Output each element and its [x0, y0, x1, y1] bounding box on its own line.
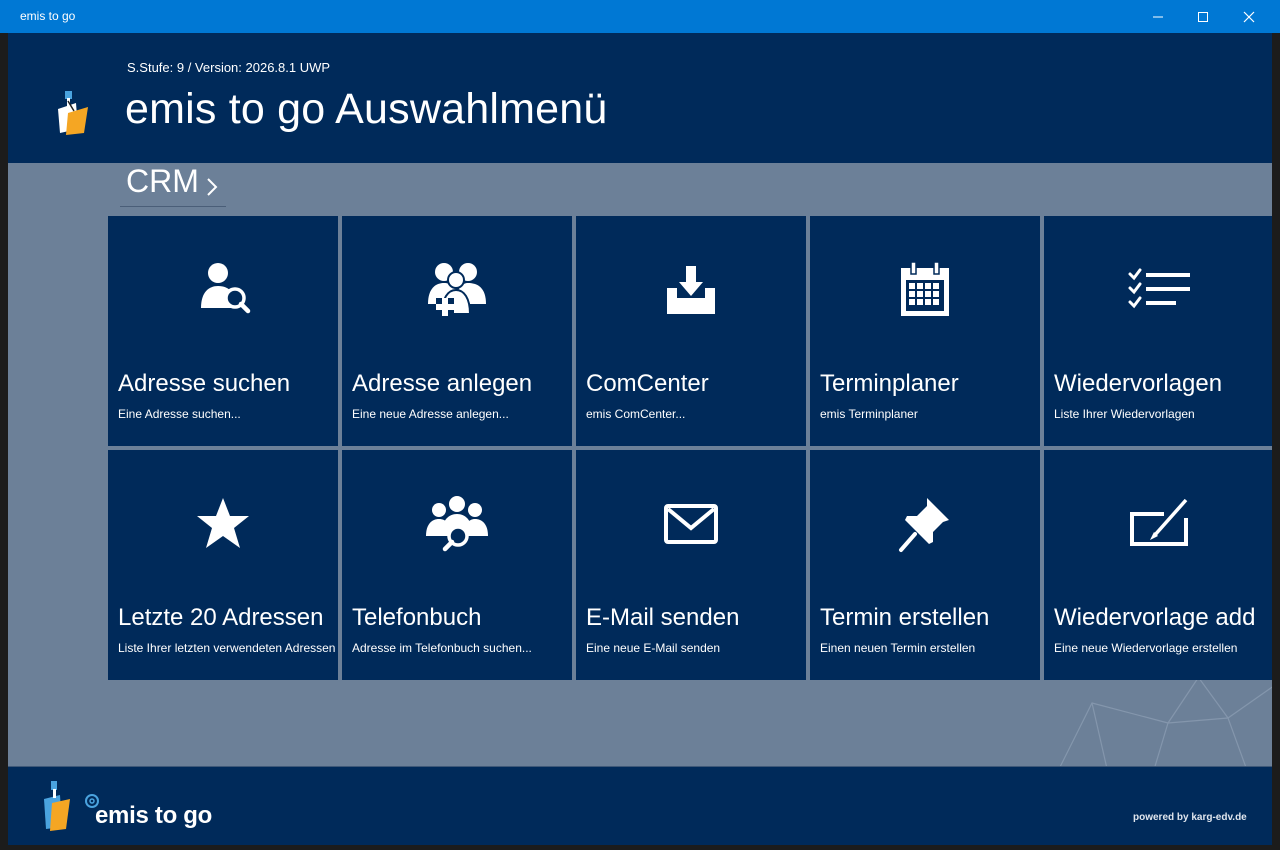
- section-header-crm[interactable]: CRM: [120, 163, 226, 207]
- powered-by-text: powered by karg-edv.de: [1133, 812, 1247, 823]
- minimize-icon: [1153, 16, 1163, 17]
- tile-title: Terminplaner: [820, 370, 959, 397]
- checklist-icon: [1128, 268, 1190, 309]
- app-header: S.Stufe: 9 / Version: 2026.8.1 UWP emis …: [8, 33, 1272, 163]
- envelope-icon: [664, 504, 718, 544]
- tile-subtitle: Eine Adresse suchen...: [118, 407, 241, 421]
- title-bar: emis to go: [0, 0, 1280, 33]
- tile-title: Letzte 20 Adressen: [118, 604, 324, 631]
- page-title: emis to go Auswahlmenü: [125, 85, 608, 133]
- tile-subtitle: emis ComCenter...: [586, 407, 686, 421]
- tile-adresse-anlegen[interactable]: Adresse anlegen Eine neue Adresse anlege…: [342, 216, 572, 446]
- tile-subtitle: Eine neue E-Mail senden: [586, 641, 721, 655]
- window-frame-left: [0, 33, 8, 850]
- tile-title: Termin erstellen: [820, 604, 990, 631]
- tile-subtitle: Liste Ihrer letzten verwendeten Adressen: [118, 641, 336, 655]
- tile-subtitle: Eine neue Wiedervorlage erstellen: [1054, 641, 1238, 655]
- users-add-icon: [428, 263, 486, 316]
- app-logo-icon: [52, 89, 96, 143]
- tile-title: Adresse anlegen: [352, 370, 533, 397]
- close-button[interactable]: [1226, 0, 1272, 33]
- main-content: CRM Adresse suchen Eine Adresse suchen..…: [8, 163, 1272, 766]
- tile-subtitle: Adresse im Telefonbuch suchen...: [352, 641, 532, 655]
- tile-subtitle: Einen neuen Termin erstellen: [820, 641, 976, 655]
- tile-email-senden[interactable]: E-Mail senden Eine neue E-Mail senden: [576, 450, 806, 680]
- tile-wiedervorlage-add[interactable]: Wiedervorlage add Eine neue Wiedervorlag…: [1044, 450, 1272, 680]
- tile-termin-erstellen[interactable]: Termin erstellen Einen neuen Termin erst…: [810, 450, 1040, 680]
- section-label: CRM: [126, 163, 199, 199]
- inbox-download-icon: [667, 266, 715, 314]
- tile-title: Wiedervorlage add: [1054, 604, 1256, 631]
- tile-wiedervorlagen[interactable]: Wiedervorlagen Liste Ihrer Wiedervorlage…: [1044, 216, 1272, 446]
- user-search-icon: [201, 263, 251, 314]
- version-text: S.Stufe: 9 / Version: 2026.8.1 UWP: [127, 60, 331, 75]
- window-frame-right: [1272, 33, 1280, 850]
- tile-title: Wiedervorlagen: [1054, 370, 1223, 397]
- tile-title: ComCenter: [586, 370, 709, 397]
- maximize-button[interactable]: [1180, 0, 1226, 33]
- window-frame-bottom: [0, 845, 1280, 850]
- tile-comcenter[interactable]: ComCenter emis ComCenter...: [576, 216, 806, 446]
- maximize-icon: [1198, 11, 1208, 22]
- tile-terminplaner[interactable]: Terminplaner emis Terminplaner: [810, 216, 1040, 446]
- edit-note-icon: [1130, 498, 1188, 546]
- footer-brand: emis to go: [95, 802, 213, 829]
- group-search-icon: [426, 496, 488, 552]
- tile-letzte-20-adressen[interactable]: Letzte 20 Adressen Liste Ihrer letzten v…: [108, 450, 338, 680]
- calendar-icon: [901, 261, 949, 316]
- footer-logo-icon: [42, 779, 102, 837]
- tile-subtitle: Liste Ihrer Wiedervorlagen: [1054, 407, 1195, 421]
- tile-title: E-Mail senden: [586, 604, 740, 631]
- tile-title: Telefonbuch: [352, 604, 482, 631]
- minimize-button[interactable]: [1135, 0, 1181, 33]
- close-icon: [1243, 11, 1255, 22]
- star-icon: [197, 498, 249, 548]
- tile-subtitle: emis Terminplaner: [820, 407, 918, 421]
- tile-telefonbuch[interactable]: Telefonbuch Adresse im Telefonbuch suche…: [342, 450, 572, 680]
- window-title: emis to go: [20, 9, 76, 23]
- chevron-right-icon: [207, 178, 218, 196]
- tile-title: Adresse suchen: [118, 370, 291, 397]
- pin-icon: [899, 498, 949, 552]
- tile-subtitle: Eine neue Adresse anlegen...: [352, 407, 509, 421]
- tile-adresse-suchen[interactable]: Adresse suchen Eine Adresse suchen...: [108, 216, 338, 446]
- app-footer: emis to go powered by karg-edv.de: [8, 766, 1272, 846]
